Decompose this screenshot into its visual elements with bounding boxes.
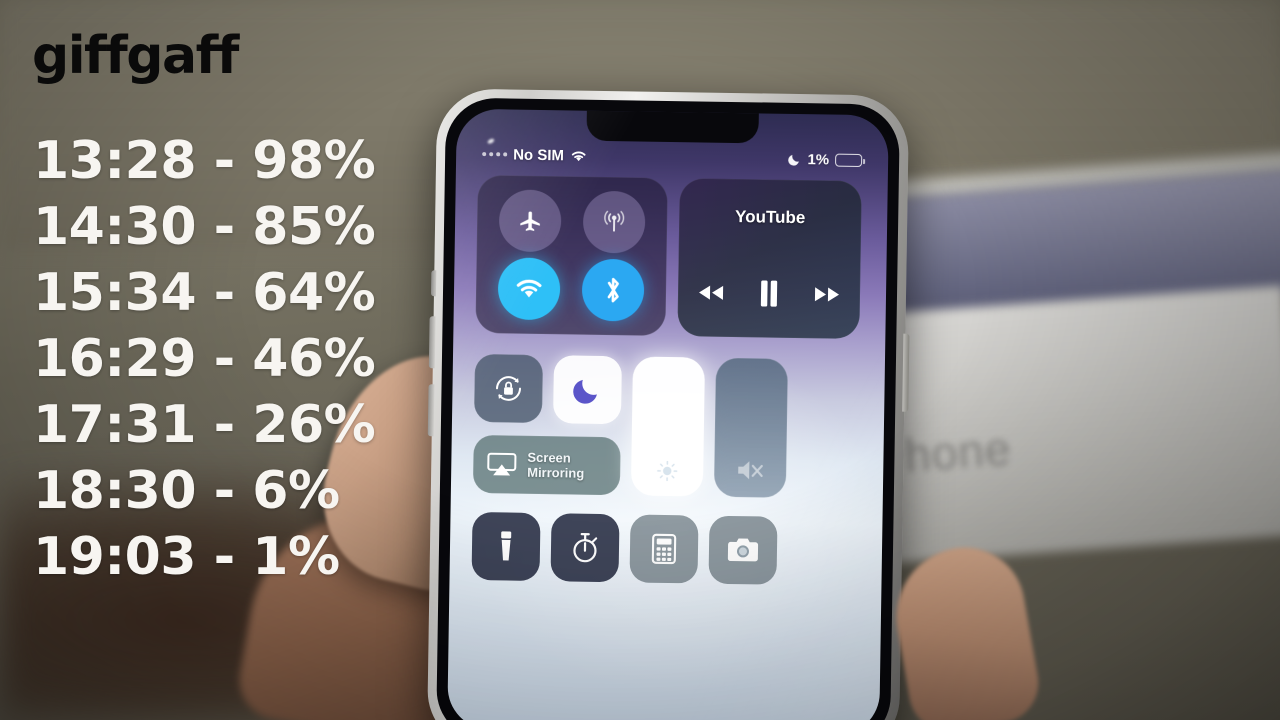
battery-readings-list: 13:28 - 98% 14:30 - 85% 15:34 - 64% 16:29 -…	[33, 128, 376, 590]
battery-reading-row: 17:31 - 26%	[33, 395, 376, 455]
giffgaff-logo: giffgaff	[32, 26, 239, 86]
battery-reading-row: 16:29 - 46%	[33, 329, 376, 389]
battery-reading-row: 15:34 - 64%	[33, 263, 376, 323]
battery-reading-row: 13:28 - 98%	[33, 131, 376, 191]
battery-reading-row: 14:30 - 85%	[33, 197, 376, 257]
battery-reading-row: 19:03 - 1%	[33, 527, 340, 587]
battery-reading-row: 18:30 - 6%	[33, 461, 340, 521]
screenshot-scene: hone No SIM	[0, 0, 1280, 720]
